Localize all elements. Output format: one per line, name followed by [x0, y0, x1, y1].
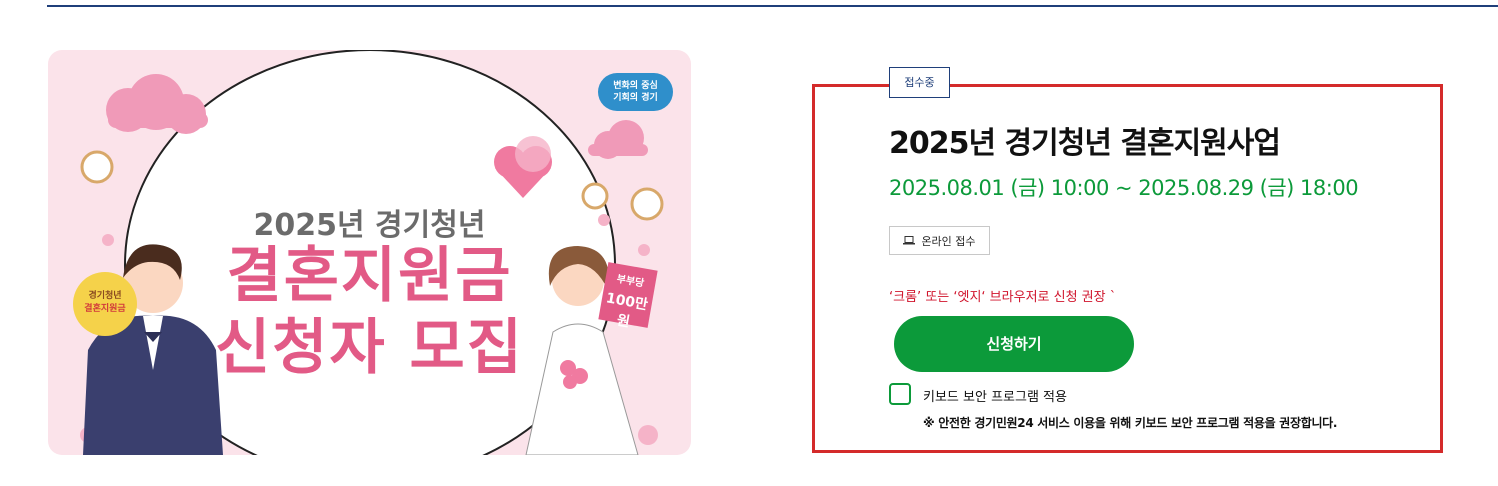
browser-recommendation-notice: ‘크롬’ 또는 ‘엣지‘ 브라우저로 신청 권장 `	[889, 290, 1117, 305]
sign-line2: 100만원	[604, 290, 649, 331]
top-divider	[47, 5, 1498, 7]
badge-sign: 경기청년 결혼지원금	[73, 272, 137, 336]
laptop-icon	[903, 236, 916, 245]
keyboard-security-note: ※ 안전한 경기민원24 서비스 이용을 위해 키보드 보안 프로그램 적용을 …	[923, 416, 1338, 430]
online-application-label: 온라인 접수	[921, 234, 976, 248]
program-title: 2025년 경기청년 결혼지원사업	[889, 126, 1281, 161]
badge-line1: 경기청년	[88, 291, 122, 301]
keyboard-security-label[interactable]: 키보드 보안 프로그램 적용	[923, 386, 1067, 405]
apply-button[interactable]: 신청하기	[894, 316, 1134, 372]
sign-line1: 부부당	[615, 273, 645, 290]
amount-sign: 부부당 100만원	[598, 262, 658, 331]
keyboard-security-checkbox[interactable]	[889, 383, 911, 405]
status-badge: 접수중	[889, 67, 950, 98]
gyeonggi-slogan-logo: 변화의 중심 기회의 경기	[598, 73, 673, 111]
slogan-line1: 변화의 중심	[613, 81, 658, 91]
slogan-line2: 기회의 경기	[613, 93, 658, 103]
online-application-tag: 온라인 접수	[889, 226, 990, 255]
application-period: 2025.08.01 (금) 10:00 ~ 2025.08.29 (금) 18…	[889, 176, 1359, 200]
banner-title-line1: 결혼지원금	[226, 241, 513, 311]
badge-line2: 결혼지원금	[84, 304, 126, 314]
event-banner: 변화의 중심 기회의 경기 2025년 경기청년 결혼지원금 신청자 모집 경기…	[48, 50, 691, 455]
banner-title-line2: 신청자 모집	[215, 313, 524, 383]
banner-subtitle: 2025년 경기청년	[253, 208, 486, 243]
